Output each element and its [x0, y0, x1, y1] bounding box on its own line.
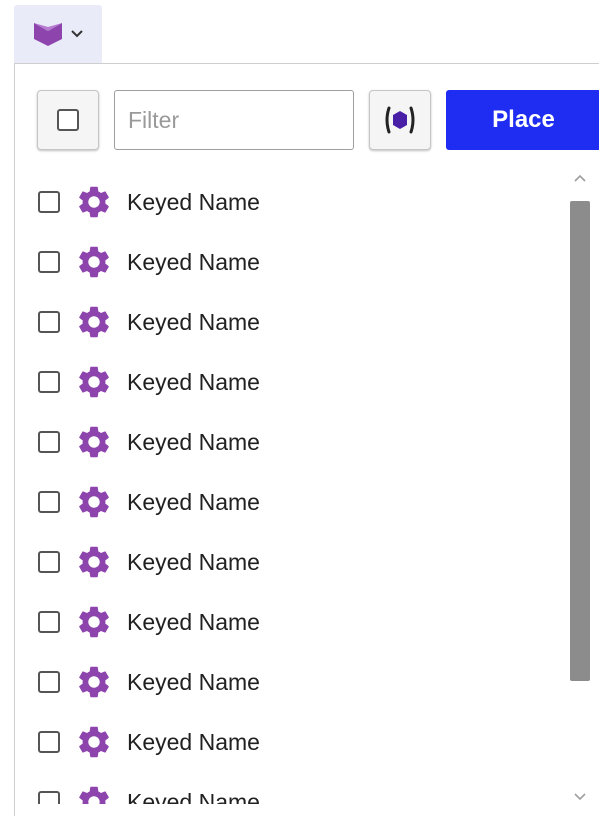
list-item[interactable]: Keyed Name [15, 772, 563, 804]
item-checkbox[interactable] [38, 431, 60, 453]
item-checkbox[interactable] [38, 551, 60, 573]
gear-icon [79, 426, 109, 458]
item-checkbox[interactable] [38, 671, 60, 693]
item-checkbox[interactable] [38, 371, 60, 393]
item-checkbox[interactable] [38, 791, 60, 804]
gear-icon [79, 546, 109, 578]
toolbar: Place [15, 64, 599, 164]
gear-icon [79, 666, 109, 698]
gear-icon [79, 366, 109, 398]
item-label: Keyed Name [127, 428, 260, 455]
list-item[interactable]: Keyed Name [15, 592, 563, 652]
chevron-down-icon [71, 30, 83, 38]
item-checkbox[interactable] [38, 251, 60, 273]
list-item[interactable]: Keyed Name [15, 172, 563, 232]
list-item[interactable]: Keyed Name [15, 292, 563, 352]
purple-chevron-box-icon [34, 23, 62, 46]
list-item[interactable]: Keyed Name [15, 232, 563, 292]
type-dropdown-trigger[interactable] [14, 5, 102, 63]
item-label: Keyed Name [127, 728, 260, 755]
item-checkbox[interactable] [38, 311, 60, 333]
gear-icon [79, 186, 109, 218]
item-checkbox[interactable] [38, 191, 60, 213]
item-label: Keyed Name [127, 788, 260, 805]
dropdown-panel: Place Keyed NameKeyed NameKeyed NameKeye… [14, 63, 599, 816]
item-label: Keyed Name [127, 548, 260, 575]
item-list: Keyed Name Keyed Name Keyed Name Keyed Name… [15, 164, 563, 804]
item-checkbox[interactable] [38, 731, 60, 753]
place-button[interactable]: Place [446, 90, 599, 150]
gear-icon [79, 246, 109, 278]
gear-icon [79, 726, 109, 758]
scroll-up-icon[interactable] [572, 171, 588, 185]
page: Place Keyed NameKeyed NameKeyed NameKeye… [0, 0, 599, 816]
purple-hexagon-icon [385, 106, 415, 134]
scroll-down-icon[interactable] [572, 790, 588, 804]
gear-icon [79, 486, 109, 518]
item-type-button[interactable] [369, 90, 431, 150]
item-label: Keyed Name [127, 488, 260, 515]
item-label: Keyed Name [127, 608, 260, 635]
item-label: Keyed Name [127, 248, 260, 275]
item-label: Keyed Name [127, 308, 260, 335]
list-item[interactable]: Keyed Name [15, 532, 563, 592]
scrollbar-thumb[interactable] [570, 201, 590, 681]
select-all-checkbox[interactable] [57, 109, 79, 131]
item-checkbox[interactable] [38, 491, 60, 513]
gear-icon [79, 786, 109, 804]
item-label: Keyed Name [127, 368, 260, 395]
filter-input[interactable] [114, 90, 354, 150]
gear-icon [79, 606, 109, 638]
list-item[interactable]: Keyed Name [15, 352, 563, 412]
list-scrollbar[interactable] [564, 171, 596, 804]
item-label: Keyed Name [127, 188, 260, 215]
item-checkbox[interactable] [38, 611, 60, 633]
select-all-button[interactable] [37, 90, 99, 150]
list-item[interactable]: Keyed Name [15, 472, 563, 532]
gear-icon [79, 306, 109, 338]
list-item[interactable]: Keyed Name [15, 412, 563, 472]
list-item[interactable]: Keyed Name [15, 652, 563, 712]
item-label: Keyed Name [127, 668, 260, 695]
list-item[interactable]: Keyed Name [15, 712, 563, 772]
